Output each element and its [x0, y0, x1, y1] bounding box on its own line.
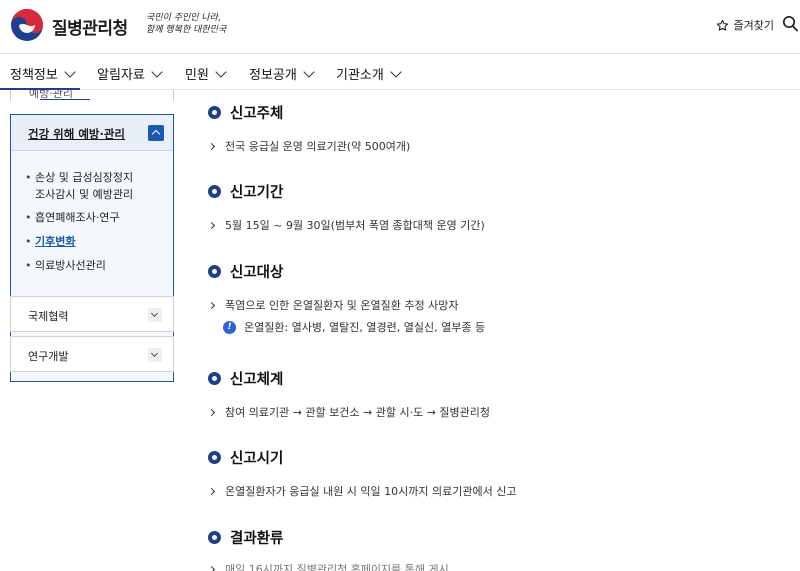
sidebar-subitem-label: 기후변화 — [35, 235, 76, 248]
section-title-text: 신고체계 — [230, 372, 284, 388]
chevron-right-icon — [208, 142, 216, 150]
gnb-item-label: 정보공개 — [249, 68, 297, 83]
bullet-dot-icon: • — [25, 259, 32, 272]
sidebar-subitem-label-line-2: 조사감시 및 예방관리 — [35, 188, 134, 201]
chevron-down-icon — [390, 65, 402, 78]
section-title-text: 신고기간 — [230, 185, 284, 201]
section-bullet: 전국 응급실 운영 의료기관(약 500여개) — [208, 138, 410, 154]
gnb-item-label: 민원 — [185, 68, 209, 83]
sidebar-item-international[interactable]: 국제협력 — [10, 296, 174, 332]
sidebar-panel-header[interactable]: 건강 위해 예방·관리 — [11, 115, 173, 151]
sidebar-subitem-injury[interactable]: • 손상 및 급성심장정지 조사감시 및 예방관리 — [25, 169, 133, 203]
favorites-link[interactable]: 즐겨찾기 — [716, 17, 774, 33]
bullet-dot-icon: • — [25, 235, 32, 248]
global-navigation: 정책정보 알림자료 민원 정보공개 기관소개 — [0, 53, 800, 90]
expand-button[interactable] — [148, 348, 162, 362]
section-bullet-text: 온열질환자가 응급실 내원 시 익일 10시까지 의료기관에서 신고 — [225, 485, 517, 498]
bullet-dot-icon: • — [25, 211, 32, 224]
section-title: 신고대상 — [208, 261, 283, 282]
sidebar-subitem-label: 의료방사선관리 — [35, 259, 106, 272]
chevron-down-icon — [303, 65, 315, 78]
chevron-right-icon — [208, 487, 216, 495]
gnb-item-civil-service[interactable]: 민원 — [185, 64, 227, 83]
government-emblem-icon[interactable] — [10, 8, 44, 42]
section-bullet: 폭염으로 인한 온열질환자 및 온열질환 추정 사망자 — [208, 297, 459, 313]
gnb-item-label: 기관소개 — [336, 68, 384, 83]
section-note-text: 온열질환: 열사병, 열탈진, 열경련, 열실신, 열부종 등 — [244, 321, 486, 334]
section-title-text: 신고시기 — [230, 451, 284, 467]
section-title-text: 신고대상 — [230, 265, 284, 281]
sidebar-subitem-smoking[interactable]: • 흡연폐해조사·연구 — [25, 209, 119, 226]
section-marker-icon — [208, 372, 221, 385]
sidebar-subitem-label: 흡연폐해조사·연구 — [35, 211, 120, 224]
section-marker-icon — [208, 106, 221, 119]
star-icon — [716, 19, 728, 31]
section-marker-icon — [208, 265, 221, 278]
section-bullet: 온열질환자가 응급실 내원 시 익일 10시까지 의료기관에서 신고 — [208, 483, 516, 499]
section-bullet: 참여 의료기관 → 관할 보건소 → 관할 시·도 → 질병관리청 — [208, 404, 490, 420]
section-bullet-text: 폭염으로 인한 온열질환자 및 온열질환 추정 사망자 — [225, 299, 459, 312]
favorites-label: 즐겨찾기 — [733, 19, 774, 32]
section-marker-icon — [208, 531, 221, 544]
gnb-item-info-disclosure[interactable]: 정보공개 — [249, 64, 315, 83]
chevron-up-icon — [151, 129, 161, 139]
site-slogan: 국민이 주인인 나라, 함께 행복한 대한민국 — [146, 12, 226, 36]
sidebar-subitem-climate-change[interactable]: • 기후변화 — [25, 233, 75, 250]
chevron-right-icon — [208, 221, 216, 229]
sidebar-item-research[interactable]: 연구개발 — [10, 336, 174, 372]
gnb-item-about[interactable]: 기관소개 — [336, 64, 402, 83]
info-icon: ! — [223, 320, 236, 334]
chevron-down-icon — [215, 65, 227, 78]
site-header: 질병관리청 국민이 주인인 나라, 함께 행복한 대한민국 즐겨찾기 — [0, 0, 800, 52]
gnb-item-label: 정책정보 — [10, 68, 58, 83]
chevron-down-icon — [64, 65, 76, 78]
section-title: 신고체계 — [208, 368, 283, 389]
section-bullet-text: 5월 15일 ~ 9월 30일(범부처 폭염 종합대책 운영 기간) — [225, 219, 485, 232]
section-title-text: 신고주체 — [230, 106, 284, 122]
section-title: 신고주체 — [208, 102, 283, 123]
slogan-line-2: 함께 행복한 대한민국 — [146, 25, 227, 35]
gnb-item-notices[interactable]: 알림자료 — [97, 64, 163, 83]
section-marker-icon — [208, 185, 221, 198]
chevron-down-icon — [151, 65, 163, 78]
section-note: ! 온열질환: 열사병, 열탈진, 열경련, 열실신, 열부종 등 — [223, 319, 485, 335]
chevron-right-icon — [208, 565, 216, 571]
chevron-down-icon — [150, 349, 159, 358]
chevron-down-icon — [150, 309, 159, 318]
section-marker-icon — [208, 451, 221, 464]
sidebar-item-underline — [40, 99, 90, 100]
gnb-item-policy-info[interactable]: 정책정보 — [10, 64, 76, 83]
section-bullet-text: 매일 16시까지 질병관리청 홈페이지를 통해 게시 — [225, 563, 449, 571]
sidebar-item-prevention[interactable]: 예방·관리 — [10, 90, 174, 101]
chevron-right-icon — [208, 408, 216, 416]
bullet-dot-icon: • — [25, 171, 32, 184]
collapse-button[interactable] — [148, 125, 164, 141]
search-icon[interactable] — [782, 15, 798, 33]
section-title: 신고기간 — [208, 181, 283, 202]
sidebar-item-label: 연구개발 — [28, 350, 69, 363]
section-bullet: 5월 15일 ~ 9월 30일(범부처 폭염 종합대책 운영 기간) — [208, 217, 485, 233]
section-bullet-text: 전국 응급실 운영 의료기관(약 500여개) — [225, 140, 411, 153]
main-content: 신고주체 전국 응급실 운영 의료기관(약 500여개) 신고기간 5월 15일… — [208, 90, 798, 571]
sidebar-subitem-label-line-1: 손상 및 급성심장정지 — [35, 171, 134, 184]
gnb-item-label: 알림자료 — [97, 68, 145, 83]
section-title-text: 결과환류 — [230, 531, 284, 547]
sidebar-item-label: 국제협력 — [28, 310, 69, 323]
sidebar-subitem-medical-radiation[interactable]: • 의료방사선관리 — [25, 257, 106, 274]
section-title: 결과환류 — [208, 527, 283, 548]
section-bullet-text: 참여 의료기관 → 관할 보건소 → 관할 시·도 → 질병관리청 — [225, 406, 491, 419]
section-bullet: 매일 16시까지 질병관리청 홈페이지를 통해 게시 — [208, 561, 449, 571]
slogan-line-1: 국민이 주인인 나라, — [146, 13, 221, 23]
chevron-right-icon — [208, 301, 216, 309]
section-title: 신고시기 — [208, 447, 283, 468]
site-brand-name[interactable]: 질병관리청 — [52, 14, 128, 39]
expand-button[interactable] — [148, 308, 162, 322]
sidebar-panel-title: 건강 위해 예방·관리 — [28, 127, 126, 141]
